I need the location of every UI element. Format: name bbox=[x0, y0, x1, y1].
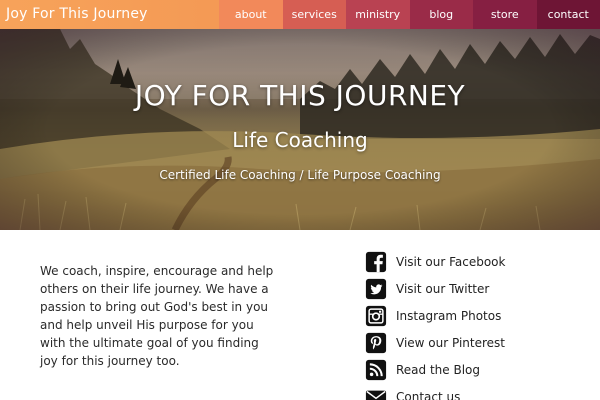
contact-link[interactable]: Contact us bbox=[365, 383, 505, 400]
main-nav: about services ministry blog store conta… bbox=[219, 0, 600, 29]
hero-tagline: Certified Life Coaching / Life Purpose C… bbox=[159, 168, 441, 182]
blog-link[interactable]: Read the Blog bbox=[365, 356, 505, 383]
twitter-icon bbox=[365, 278, 387, 300]
envelope-icon bbox=[365, 386, 387, 400]
hero-subtitle: Life Coaching bbox=[232, 128, 368, 152]
site-header: Joy For This Journey about services mini… bbox=[0, 0, 600, 29]
pinterest-link[interactable]: View our Pinterest bbox=[365, 329, 505, 356]
social-links: Visit our Facebook Visit our Twitter Ins… bbox=[365, 248, 505, 400]
instagram-link[interactable]: Instagram Photos bbox=[365, 302, 505, 329]
facebook-link[interactable]: Visit our Facebook bbox=[365, 248, 505, 275]
nav-about[interactable]: about bbox=[219, 0, 283, 29]
instagram-icon bbox=[365, 305, 387, 327]
nav-store[interactable]: store bbox=[473, 0, 537, 29]
intro-paragraph: We coach, inspire, encourage and help ot… bbox=[40, 264, 274, 368]
pinterest-link-label: View our Pinterest bbox=[396, 335, 505, 350]
twitter-link[interactable]: Visit our Twitter bbox=[365, 275, 505, 302]
facebook-link-label: Visit our Facebook bbox=[396, 254, 506, 269]
contact-link-label: Contact us bbox=[396, 389, 461, 400]
nav-services[interactable]: services bbox=[282, 0, 346, 29]
rss-icon bbox=[365, 359, 387, 381]
facebook-icon bbox=[365, 251, 387, 273]
instagram-link-label: Instagram Photos bbox=[396, 308, 502, 323]
hero-title: JOY FOR THIS JOURNEY bbox=[134, 79, 466, 112]
blog-link-label: Read the Blog bbox=[396, 362, 480, 377]
nav-ministry[interactable]: ministry bbox=[346, 0, 410, 29]
nav-blog[interactable]: blog bbox=[409, 0, 473, 29]
site-brand[interactable]: Joy For This Journey bbox=[0, 0, 219, 29]
pinterest-icon bbox=[365, 332, 387, 354]
twitter-link-label: Visit our Twitter bbox=[396, 281, 490, 296]
nav-contact[interactable]: contact bbox=[536, 0, 600, 29]
hero-banner: JOY FOR THIS JOURNEY Life Coaching Certi… bbox=[0, 29, 600, 230]
